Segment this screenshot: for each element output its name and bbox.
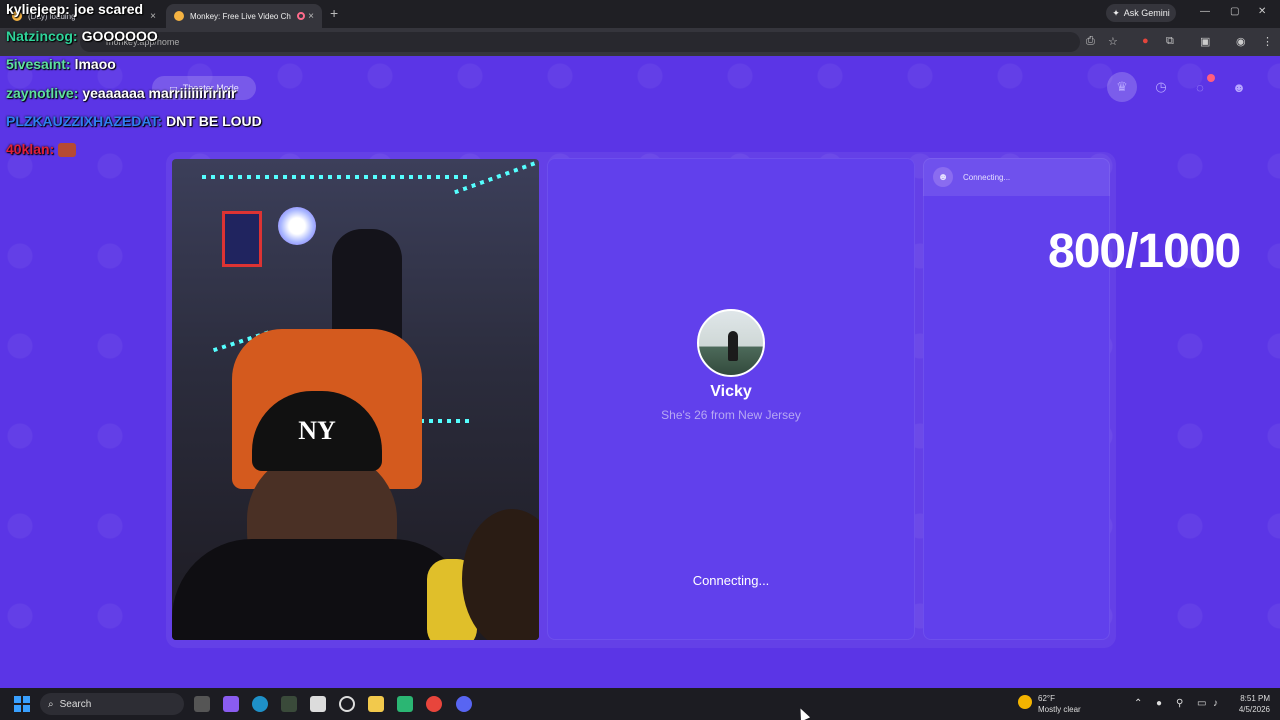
app-icon[interactable]: [397, 696, 413, 712]
monkey-avatar-icon: ☻: [933, 167, 953, 187]
puzzle-icon[interactable]: ⧉: [1166, 35, 1174, 48]
weather-temp: 62°F: [1038, 694, 1055, 703]
crown-icon[interactable]: ♛: [1107, 72, 1137, 102]
display-icon[interactable]: ▭: [1197, 698, 1206, 709]
store-icon[interactable]: [310, 696, 326, 712]
remote-user-subtitle: She's 26 from New Jersey: [661, 408, 801, 422]
taskbar-search[interactable]: ⌕ Search: [40, 693, 184, 715]
weather-desc: Mostly clear: [1038, 705, 1081, 714]
remote-user-avatar: [697, 309, 765, 377]
chat-panel-header: ☻ Connecting...: [923, 158, 1110, 196]
stream-chat-line: zaynotlive: yeaaaaaa marriiiiiiriririr: [6, 85, 236, 101]
clock-date: 4/5/2026: [1238, 705, 1270, 714]
weather-icon: [1018, 695, 1032, 709]
monkey-icon[interactable]: ☻: [1224, 72, 1254, 102]
folder-icon[interactable]: [368, 696, 384, 712]
discord-icon[interactable]: [456, 696, 472, 712]
chat-username: kyliejeep:: [6, 1, 70, 17]
chat-message: DNT BE LOUD: [166, 113, 262, 129]
chevron-up-icon[interactable]: ⌃: [1134, 698, 1142, 709]
clock-icon[interactable]: ◷: [1146, 72, 1176, 102]
chat-message: yeaaaaaa marriiiiiiriririr: [82, 85, 237, 101]
recording-icon: [296, 12, 305, 20]
extension-icon[interactable]: ●: [1142, 35, 1149, 47]
stream-chat-line: Natzincog: GOOOOOO: [6, 28, 158, 44]
ask-gemini-button[interactable]: ✦ Ask Gemini: [1106, 4, 1176, 22]
wall-art: [222, 211, 262, 267]
taskbar: ⌕ Search: [0, 688, 1280, 720]
close-icon[interactable]: ×: [308, 11, 314, 22]
browser-tab-bar: (Day) loading × Monkey: Free Live Video …: [0, 0, 1280, 28]
tab-2[interactable]: Monkey: Free Live Video Ch ×: [166, 4, 322, 28]
taskbar-clock[interactable]: 8:51 PM 4/5/2026: [1230, 693, 1270, 715]
goal-counter: 800/1000: [1048, 225, 1241, 278]
edge-icon[interactable]: [252, 696, 268, 712]
ring-light: [278, 207, 316, 245]
copilot-icon[interactable]: [223, 696, 239, 712]
chat-username: zaynotlive:: [6, 85, 79, 101]
install-icon[interactable]: ⎙: [1086, 35, 1095, 48]
stream-chat-line: kyliejeep: joe scared: [6, 1, 143, 17]
chat-username: 5ivesaint:: [6, 56, 71, 72]
clock-time: 8:51 PM: [1240, 694, 1270, 703]
chat-message: joe scared: [73, 1, 144, 17]
search-label: Search: [59, 698, 92, 710]
chat-message: GOOOOOO: [81, 28, 158, 44]
chat-username: PLZKAUZZIXHAZEDAT:: [6, 113, 163, 129]
network-icon[interactable]: ⚲: [1176, 698, 1183, 709]
second-person-hair: [462, 509, 539, 640]
search-icon: ⌕: [48, 698, 54, 710]
tab-2-label: Monkey: Free Live Video Ch: [190, 11, 291, 21]
task-view-icon[interactable]: [194, 696, 210, 712]
chat-message: lmaoo: [74, 56, 116, 72]
close-icon[interactable]: ×: [150, 11, 156, 22]
notification-badge: [1207, 74, 1215, 82]
tray-app-icon[interactable]: ●: [1156, 698, 1162, 709]
led-strip: [202, 175, 472, 179]
sidepanel-icon[interactable]: ▣: [1200, 35, 1210, 48]
profile-icon[interactable]: ◉: [1236, 35, 1246, 48]
local-video: NY: [172, 159, 539, 640]
github-icon[interactable]: [339, 696, 355, 712]
chat-username: 40klan:: [6, 141, 55, 157]
close-window-icon[interactable]: ✕: [1258, 6, 1266, 17]
minimize-icon[interactable]: —: [1200, 6, 1210, 17]
ask-gemini-label: Ask Gemini: [1123, 8, 1170, 18]
new-tab-button[interactable]: +: [330, 5, 338, 21]
chat-status: Connecting...: [963, 172, 1011, 182]
stream-chat-line: 40klan:: [6, 141, 77, 158]
star-icon[interactable]: ☆: [1108, 35, 1118, 48]
windows-start-icon[interactable]: [14, 696, 30, 712]
connecting-status: Connecting...: [692, 573, 770, 588]
weather-widget[interactable]: 62°F Mostly clear: [1018, 693, 1081, 715]
volume-icon[interactable]: ♪: [1213, 698, 1218, 709]
maximize-icon[interactable]: ▢: [1230, 6, 1239, 17]
menu-icon[interactable]: ⋮: [1262, 35, 1273, 48]
chrome-icon[interactable]: [426, 696, 442, 712]
url-input[interactable]: monkey.app/home: [80, 32, 1080, 52]
sparkle-icon: ✦: [1112, 7, 1120, 18]
stream-chat-line: 5ivesaint: lmaoo: [6, 56, 116, 72]
monkey-favicon: [174, 11, 184, 21]
chat-username: Natzincog:: [6, 28, 78, 44]
remote-user-name: Vicky: [710, 383, 752, 400]
emote-icon: [58, 143, 77, 158]
game-icon[interactable]: [281, 696, 297, 712]
stream-chat-line: PLZKAUZZIXHAZEDAT: DNT BE LOUD: [6, 113, 262, 129]
avatar-silhouette: [728, 331, 738, 361]
